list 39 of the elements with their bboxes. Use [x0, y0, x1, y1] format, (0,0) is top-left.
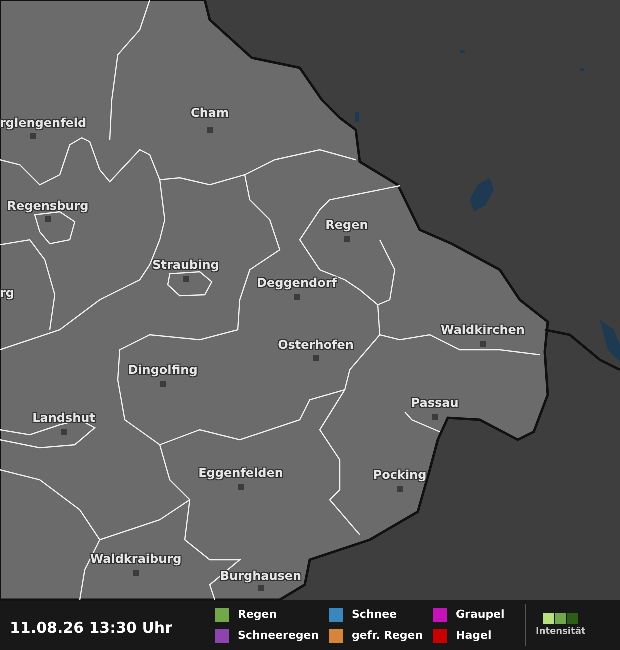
city-label: Eggenfelden	[198, 465, 284, 481]
city-marker	[480, 341, 486, 347]
city-marker	[432, 414, 438, 420]
city-marker	[344, 236, 350, 242]
city-marker	[397, 486, 403, 492]
city-marker	[45, 216, 51, 222]
city-marker	[61, 429, 67, 435]
legend-label: Schneeregen	[238, 629, 320, 642]
city-marker	[183, 276, 189, 282]
city-marker	[313, 355, 319, 361]
timestamp: 11.08.26 13:30 Uhr	[10, 619, 174, 637]
legend-label: Regen	[238, 608, 278, 621]
city-label: Cham	[191, 105, 229, 121]
city-label: Pocking	[373, 467, 427, 483]
city-label: Regensburg	[7, 198, 89, 214]
city-label: Waldkraiburg	[90, 551, 182, 567]
city-label: rg	[0, 285, 15, 301]
city-label: Deggendorf	[257, 275, 337, 291]
city-label: Burghausen	[220, 568, 302, 584]
city-label: Regen	[326, 217, 368, 233]
city-label: Landshut	[32, 410, 96, 426]
legend-label: Hagel	[456, 629, 492, 642]
city-marker	[258, 585, 264, 591]
city-label: Passau	[411, 395, 459, 411]
city-marker	[238, 484, 244, 490]
city-marker	[133, 570, 139, 576]
city-marker	[30, 133, 36, 139]
city-label: Osterhofen	[278, 337, 354, 353]
legend-label: Graupel	[456, 608, 505, 621]
intensity-label: Intensität	[536, 627, 586, 637]
legend-label: Schnee	[352, 608, 398, 621]
city-label: Straubing	[152, 257, 220, 273]
city-marker	[294, 294, 300, 300]
legend-label: gefr. Regen	[352, 629, 424, 642]
city-label: rglengenfeld	[0, 115, 87, 131]
city-label: Dingolfing	[128, 362, 198, 378]
city-marker	[207, 127, 213, 133]
city-marker	[160, 381, 166, 387]
city-label: Waldkirchen	[441, 322, 525, 338]
